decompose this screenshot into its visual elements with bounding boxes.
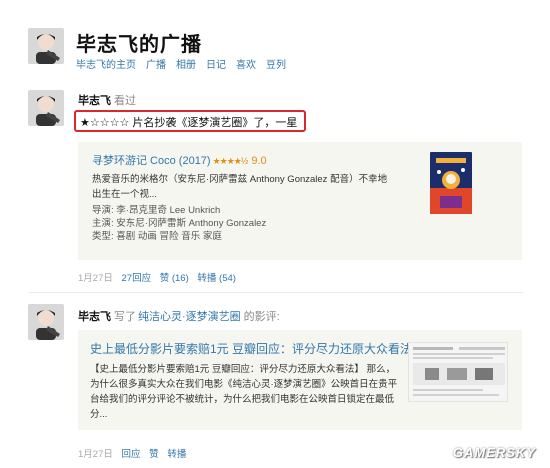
nav-homepage[interactable]: 毕志飞的主页 xyxy=(76,56,136,71)
reply-link[interactable]: 27回应 xyxy=(122,273,152,284)
movie-poster[interactable] xyxy=(430,152,472,214)
profile-header: 毕志飞的广播 毕志飞的主页 广播 相册 日记 喜欢 豆列 xyxy=(28,26,528,76)
reply-link[interactable]: 回应 xyxy=(122,449,141,460)
status-header: 毕志飞 看过 xyxy=(78,92,136,108)
review-title-link[interactable]: 史上最低分影片要索赔1元 豆瓣回应：评分尽力还原大众看法 xyxy=(90,340,412,357)
status-header: 毕志飞 写了 纯洁心灵·逐梦演艺圈 的影评: xyxy=(78,308,280,324)
reshare-link[interactable]: 转播 xyxy=(167,449,186,460)
status-action: 写了 xyxy=(114,311,136,323)
profile-nav: 毕志飞的主页 广播 相册 日记 喜欢 豆列 xyxy=(76,56,286,71)
rating-comment: ★☆☆☆☆ 片名抄袭《逐梦演艺圈》了，一星 xyxy=(74,110,306,132)
status-footer: 1月27日 回应 赞 转播 xyxy=(78,446,186,460)
nav-likes[interactable]: 喜欢 xyxy=(236,56,256,71)
movie-title-link[interactable]: 寻梦环游记 Coco (2017) xyxy=(92,155,211,167)
nav-album[interactable]: 相册 xyxy=(176,56,196,71)
movie-description: 热爱音乐的米格尔（安东尼·冈萨雷兹 Anthony Gonzalez 配音）不幸… xyxy=(92,174,388,200)
status-footer: 1月27日 27回应 赞 (16) 转播 (54) xyxy=(78,270,236,284)
reshare-link[interactable]: 转播 (54) xyxy=(197,273,236,284)
status-date[interactable]: 1月27日 xyxy=(78,449,113,460)
like-link[interactable]: 赞 (16) xyxy=(160,273,189,284)
username-link[interactable]: 毕志飞 xyxy=(78,95,111,107)
movie-card: 寻梦环游记 Coco (2017) ★★★★½ 9.0 热爱音乐的米格尔（安东尼·冈… xyxy=(78,142,522,260)
status-action: 看过 xyxy=(114,95,136,107)
movie-ref-link[interactable]: 纯洁心灵·逐梦演艺圈 xyxy=(138,311,241,323)
movie-cast: 主演: 安东尼·冈萨雷斯 Anthony Gonzalez xyxy=(92,218,267,229)
review-excerpt: 【史上最低分影片要索赔1元 豆瓣回应：评分尽力还原大众看法】 那么，为什么很多真… xyxy=(90,364,398,420)
movie-meta: 导演: 李·昂克里奇 Lee Unkrich 主演: 安东尼·冈萨雷斯 Anth… xyxy=(92,204,266,243)
watermark-logo: GAMERSKY xyxy=(452,445,536,460)
avatar[interactable] xyxy=(28,90,64,126)
page-title: 毕志飞的广播 xyxy=(76,34,202,56)
status-date[interactable]: 1月27日 xyxy=(78,273,113,284)
username-link[interactable]: 毕志飞 xyxy=(78,311,111,323)
movie-genre: 类型: 喜剧 动画 冒险 音乐 家庭 xyxy=(92,231,222,242)
review-card: 史上最低分影片要索赔1元 豆瓣回应：评分尽力还原大众看法 【史上最低分影片要索赔… xyxy=(78,330,522,430)
avatar[interactable] xyxy=(28,304,64,340)
review-thumbnail[interactable] xyxy=(408,342,508,402)
nav-doulist[interactable]: 豆列 xyxy=(266,56,286,71)
movie-score: 9.0 xyxy=(251,155,267,167)
like-link[interactable]: 赞 xyxy=(149,449,159,460)
rating-stars-icon: ★★★★½ xyxy=(212,156,249,166)
status-action-suffix: 的影评: xyxy=(243,311,280,323)
nav-diary[interactable]: 日记 xyxy=(206,56,226,71)
nav-broadcast[interactable]: 广播 xyxy=(146,56,166,71)
divider xyxy=(28,292,524,293)
avatar[interactable] xyxy=(28,28,64,64)
movie-director: 导演: 李·昂克里奇 Lee Unkrich xyxy=(92,205,221,216)
movie-card-title: 寻梦环游记 Coco (2017) ★★★★½ 9.0 xyxy=(92,152,267,168)
